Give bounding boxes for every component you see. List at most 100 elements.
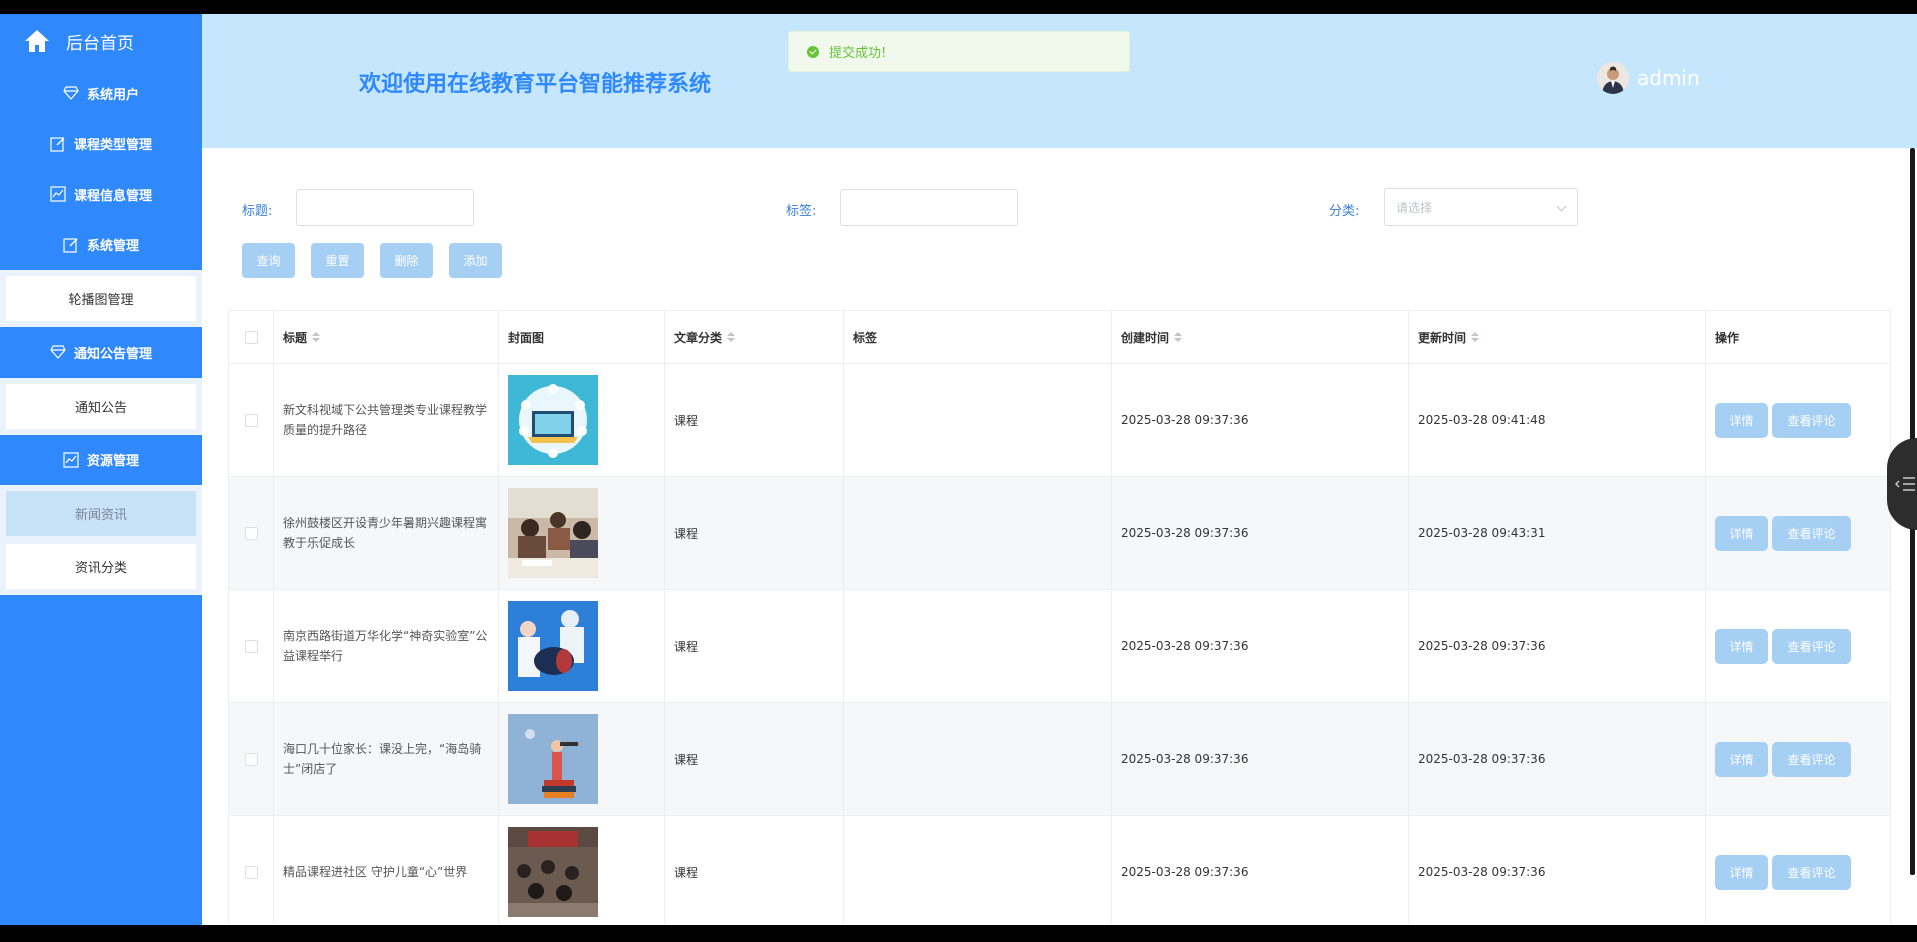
select-all-checkbox[interactable]: [244, 330, 258, 344]
detail-button[interactable]: 详情: [1715, 515, 1768, 551]
tag-cell: [844, 816, 1112, 925]
user-menu[interactable]: admin: [1597, 62, 1700, 94]
cover-image: [508, 601, 598, 691]
table-row: 海口几十位家长：课没上完，“海岛骑士”闭店了 课程 2025-03-28 09:…: [229, 703, 1890, 816]
category-cell: 课程: [665, 703, 844, 815]
column-updated[interactable]: 更新时间: [1409, 311, 1706, 363]
detail-button[interactable]: 详情: [1715, 854, 1768, 890]
row-checkbox-cell: [229, 816, 274, 925]
tag-filter-label: 标签:: [786, 204, 817, 219]
view-comments-button[interactable]: 查看评论: [1772, 402, 1851, 438]
row-checkbox[interactable]: [244, 639, 258, 653]
news-table: 标题 封面图 文章分类 标签 创建时间 更新时间 操作 新文科视域下公共管理类专…: [228, 310, 1891, 925]
chevron-down-icon: [1556, 201, 1567, 212]
avatar: [1597, 62, 1629, 94]
actions-cell: 详情 查看评论: [1706, 816, 1890, 925]
sidebar-item-course-info[interactable]: 课程信息管理: [0, 169, 202, 220]
sidebar-item-course-types[interactable]: 课程类型管理: [0, 119, 202, 170]
detail-button[interactable]: 详情: [1715, 402, 1768, 438]
sort-icon[interactable]: [1471, 332, 1480, 342]
title-cell: 海口几十位家长：课没上完，“海岛骑士”闭店了: [274, 703, 499, 815]
add-button[interactable]: 添加: [449, 243, 502, 278]
detail-button[interactable]: 详情: [1715, 741, 1768, 777]
column-created[interactable]: 创建时间: [1112, 311, 1409, 363]
page-title: 欢迎使用在线教育平台智能推荐系统: [359, 72, 712, 97]
sidebar-home[interactable]: 后台首页: [0, 14, 202, 68]
view-comments-button[interactable]: 查看评论: [1772, 741, 1851, 777]
check-circle-icon: [807, 45, 819, 58]
success-toast: 提交成功!: [788, 31, 1130, 72]
view-comments-button[interactable]: 查看评论: [1772, 628, 1851, 664]
cover-image: [508, 827, 598, 917]
view-comments-button[interactable]: 查看评论: [1772, 515, 1851, 551]
delete-button[interactable]: 删除: [380, 243, 433, 278]
detail-button[interactable]: 详情: [1715, 628, 1768, 664]
table-row: 徐州鼓楼区开设青少年暑期兴趣课程寓教于乐促成长 课程 2025-03-28 09…: [229, 477, 1890, 590]
cover-image: [508, 714, 598, 804]
row-checkbox-cell: [229, 590, 274, 702]
column-tag-label: 标签: [853, 330, 878, 345]
category-select[interactable]: 请选择: [1384, 188, 1578, 226]
title-cell: 精品课程进社区 守护儿童“心”世界: [274, 816, 499, 925]
table-row: 南京西路街道万华化学“神奇实验室”公益课程举行 课程 2025-03-28 09…: [229, 590, 1890, 703]
column-category-label: 文章分类: [674, 330, 723, 345]
sidebar-item-notice-management[interactable]: 通知公告管理: [0, 327, 202, 378]
sidebar-subitem-notice[interactable]: 通知公告: [6, 383, 196, 429]
column-updated-label: 更新时间: [1418, 330, 1467, 345]
created-cell: 2025-03-28 09:37:36: [1112, 364, 1409, 476]
sidebar-item-system-users[interactable]: 系统用户: [0, 68, 202, 119]
category-filter-label: 分类:: [1329, 204, 1360, 219]
category-cell: 课程: [665, 364, 844, 476]
view-comments-button[interactable]: 查看评论: [1772, 854, 1851, 890]
row-checkbox[interactable]: [244, 865, 258, 879]
diamond-icon: [50, 345, 66, 360]
row-title: 海口几十位家长：课没上完，“海岛骑士”闭店了: [283, 742, 482, 776]
actions-cell: 详情 查看评论: [1706, 590, 1890, 702]
sidebar-item-label: 通知公告管理: [73, 346, 152, 362]
sidebar-submenu-resource: 新闻资讯 资讯分类: [0, 485, 202, 595]
sidebar-item-label: 系统用户: [86, 87, 139, 103]
sidebar-item-label: 系统管理: [86, 239, 139, 255]
row-checkbox[interactable]: [244, 752, 258, 766]
created-cell: 2025-03-28 09:37:36: [1112, 703, 1409, 815]
diamond-icon: [63, 86, 79, 101]
sort-icon[interactable]: [1174, 332, 1183, 342]
side-panel-toggle[interactable]: [1887, 438, 1917, 530]
column-title[interactable]: 标题: [274, 311, 499, 363]
updated-cell: 2025-03-28 09:37:36: [1409, 703, 1706, 815]
row-checkbox[interactable]: [244, 413, 258, 427]
actions-cell: 详情 查看评论: [1706, 364, 1890, 476]
tag-cell: [844, 477, 1112, 589]
column-title-label: 标题: [283, 330, 308, 345]
cover-image: [508, 488, 598, 578]
updated-cell: 2025-03-28 09:43:31: [1409, 477, 1706, 589]
tag-filter-input[interactable]: [840, 189, 1018, 226]
chart-icon: [50, 186, 66, 202]
sidebar-item-resource-management[interactable]: 资源管理: [0, 435, 202, 486]
cover-cell: [499, 703, 665, 815]
column-cover-label: 封面图: [508, 330, 545, 345]
header-checkbox-cell: [229, 311, 274, 363]
sidebar-subitem-news[interactable]: 新闻资讯: [6, 491, 196, 536]
row-title: 徐州鼓楼区开设青少年暑期兴趣课程寓教于乐促成长: [283, 516, 488, 550]
title-filter-input[interactable]: [296, 189, 474, 226]
reset-button[interactable]: 重置: [311, 243, 364, 278]
sort-icon[interactable]: [312, 332, 321, 342]
title-cell: 南京西路街道万华化学“神奇实验室”公益课程举行: [274, 590, 499, 702]
sidebar-item-system-management[interactable]: 系统管理: [0, 220, 202, 271]
row-checkbox[interactable]: [244, 526, 258, 540]
sort-icon[interactable]: [727, 332, 736, 342]
username: admin: [1637, 66, 1700, 90]
sidebar-subitem-carousel[interactable]: 轮播图管理: [6, 276, 196, 321]
category-cell: 课程: [665, 477, 844, 589]
actions-cell: 详情 查看评论: [1706, 477, 1890, 589]
created-cell: 2025-03-28 09:37:36: [1112, 816, 1409, 925]
column-actions: 操作: [1706, 311, 1890, 363]
sidebar-subitem-news-category[interactable]: 资讯分类: [6, 544, 196, 589]
toast-message: 提交成功!: [829, 46, 887, 61]
sidebar-home-label: 后台首页: [66, 33, 134, 54]
tag-cell: [844, 590, 1112, 702]
query-button[interactable]: 查询: [242, 243, 295, 278]
column-category[interactable]: 文章分类: [665, 311, 844, 363]
tag-cell: [844, 703, 1112, 815]
